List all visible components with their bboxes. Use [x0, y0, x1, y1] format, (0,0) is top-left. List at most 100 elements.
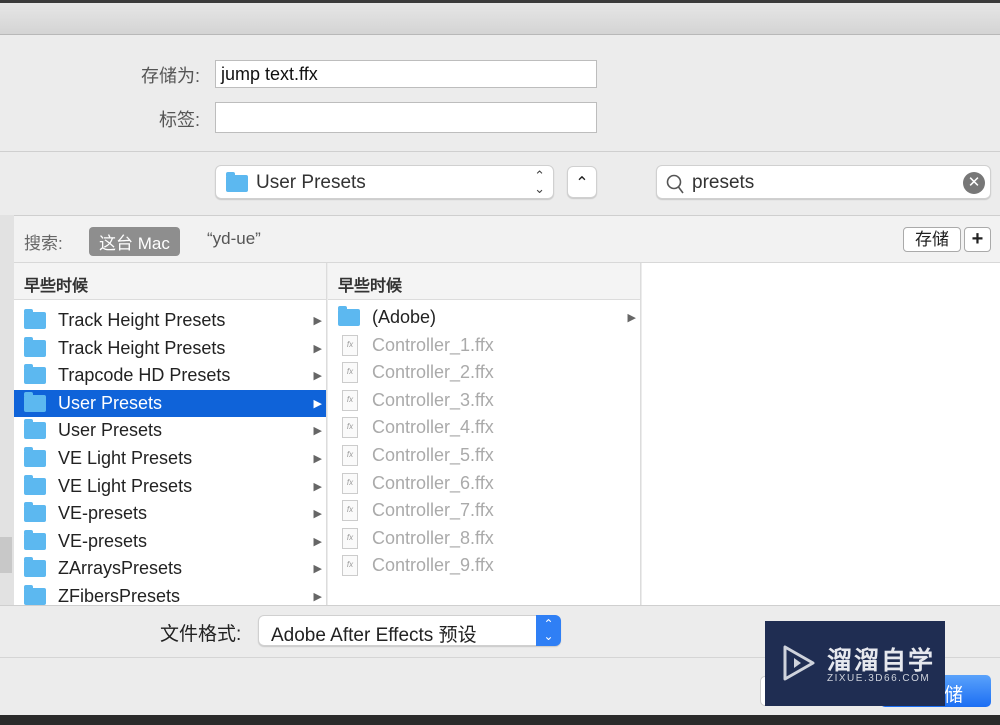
divider: [0, 605, 1000, 606]
file-row[interactable]: fx Controller_7.ffx: [328, 497, 640, 524]
file-row[interactable]: fx Controller_5.ffx: [328, 442, 640, 469]
scope-this-mac[interactable]: 这台 Mac: [89, 227, 180, 256]
item-name: Controller_3.ffx: [372, 389, 494, 410]
search-icon: [666, 174, 684, 194]
item-name: Controller_7.ffx: [372, 500, 494, 521]
location-label: User Presets: [256, 172, 366, 193]
folder-name: User Presets: [58, 392, 163, 413]
title-bar: [0, 3, 1000, 35]
file-row[interactable]: fx Controller_3.ffx: [328, 387, 640, 414]
file-row[interactable]: fx Controller_9.ffx: [328, 552, 640, 579]
folder-name: VE-presets: [58, 530, 148, 551]
tags-input[interactable]: [215, 102, 597, 133]
folder-icon: [24, 309, 46, 329]
disclosure-arrow-icon: ▶: [313, 453, 322, 465]
save-search-button[interactable]: 存储: [903, 227, 961, 252]
folder-row[interactable]: VE-presets ▶: [14, 500, 326, 527]
file-row[interactable]: fx Controller_2.ffx: [328, 359, 640, 386]
disclosure-arrow-icon: ▶: [313, 508, 322, 521]
sidebar-scrollbar[interactable]: [0, 537, 12, 573]
search-scope-bar: 搜索: 这台 Mac “yd-ue” 存储 +: [14, 215, 1000, 263]
folder-row[interactable]: Track Height Presets ▶: [14, 335, 326, 362]
ffx-file-icon: fx: [342, 362, 358, 384]
folder-icon: [24, 336, 46, 357]
save-as-input[interactable]: jump text.ffx: [215, 60, 597, 88]
disclosure-arrow-icon: ▶: [313, 370, 322, 383]
column-2-header: 早些时候: [328, 263, 640, 300]
search-scope-label: 搜索:: [24, 234, 63, 253]
clear-search-icon[interactable]: ✕: [963, 172, 985, 194]
file-row[interactable]: fx Controller_1.ffx: [328, 332, 640, 359]
column-1-header: 早些时候: [14, 263, 326, 300]
disclosure-arrow-icon: ▶: [313, 480, 322, 493]
chevron-up-icon: ⌃: [575, 175, 589, 192]
ffx-file-icon: fx: [342, 500, 358, 522]
disclosure-arrow-icon: ▶: [313, 397, 322, 410]
format-popup[interactable]: Adobe After Effects 预设 ⌃ ⌄: [258, 615, 561, 646]
ffx-file-icon: fx: [342, 472, 358, 494]
folder-row[interactable]: VE-presets ▶: [14, 528, 326, 555]
format-label: 文件格式:: [160, 624, 242, 645]
folder-row[interactable]: VE Light Presets ▶: [14, 473, 326, 500]
format-value: Adobe After Effects 预设: [271, 625, 477, 646]
folder-icon: [24, 502, 46, 523]
up-down-chevron-icon: ⌃ ⌄: [534, 168, 545, 196]
column-1: 早些时候 Track Height Presets ▶ Track Height P…: [14, 263, 327, 605]
ffx-file-icon: fx: [342, 555, 358, 577]
file-row[interactable]: fx Controller_8.ffx: [328, 525, 640, 552]
play-logo-icon: [783, 645, 815, 681]
item-name: Controller_6.ffx: [372, 472, 494, 493]
folder-row[interactable]: User Presets ▶: [14, 389, 326, 417]
disclosure-arrow-icon: ▶: [313, 315, 322, 327]
disclosure-arrow-icon: ▶: [313, 342, 322, 355]
folder-icon: [24, 391, 46, 412]
ffx-file-icon: fx: [342, 417, 358, 439]
folder-name: User Presets: [58, 420, 163, 441]
tags-label: 标签:: [158, 110, 200, 130]
search-input[interactable]: presets: [692, 172, 754, 194]
scope-folder[interactable]: “yd-ue”: [207, 229, 261, 249]
disclosure-arrow-icon: ▶: [627, 312, 636, 324]
folder-alias-icon: [338, 306, 360, 326]
watermark-url: ZIXUE.3D66.COM: [827, 673, 931, 684]
folder-name: ZArraysPresets: [58, 558, 183, 579]
collapse-button[interactable]: ⌃: [567, 166, 597, 198]
folder-row[interactable]: Track Height Presets ▶: [14, 307, 326, 334]
folder-row[interactable]: Trapcode HD Presets ▶: [14, 362, 326, 389]
folder-name: Track Height Presets: [58, 310, 226, 330]
folder-icon: [226, 172, 248, 192]
folder-row[interactable]: ZArraysPresets ▶: [14, 555, 326, 582]
folder-name: ZFibersPresets: [58, 586, 181, 605]
column-2: 早些时候 (Adobe) ▶ fx Controller_1.ffx fx Control…: [328, 263, 641, 605]
folder-row[interactable]: VE Light Presets ▶: [14, 445, 326, 472]
folder-row[interactable]: User Presets ▶: [14, 417, 326, 444]
search-field[interactable]: presets ✕: [656, 165, 991, 199]
folder-icon: [24, 529, 46, 550]
item-name: (Adobe): [372, 307, 437, 327]
folder-name: Track Height Presets: [58, 337, 226, 358]
up-down-chevron-icon: ⌃ ⌄: [536, 615, 561, 646]
item-name: Controller_9.ffx: [372, 555, 494, 576]
folder-name: VE Light Presets: [58, 448, 193, 468]
file-row[interactable]: fx Controller_6.ffx: [328, 470, 640, 497]
folder-row[interactable]: ZFibersPresets ▶: [14, 583, 326, 605]
ffx-file-icon: fx: [342, 389, 358, 411]
column-3-preview: [642, 263, 1000, 605]
disclosure-arrow-icon: ▶: [313, 563, 322, 576]
folder-row[interactable]: (Adobe) ▶: [328, 304, 640, 331]
item-name: Controller_8.ffx: [372, 527, 494, 548]
folder-icon: [24, 364, 46, 385]
disclosure-arrow-icon: ▶: [313, 535, 322, 548]
location-popup[interactable]: User Presets ⌃ ⌄: [215, 165, 554, 199]
item-name: Controller_1.ffx: [372, 334, 494, 355]
folder-icon: [24, 419, 46, 440]
file-row[interactable]: fx Controller_4.ffx: [328, 414, 640, 441]
folder-name: VE Light Presets: [58, 475, 193, 496]
ffx-file-icon: fx: [342, 334, 358, 356]
watermark: 溜溜自学 ZIXUE.3D66.COM: [765, 621, 945, 706]
divider: [0, 151, 1000, 152]
folder-icon: [24, 585, 46, 605]
add-criteria-button[interactable]: +: [964, 227, 991, 252]
disclosure-arrow-icon: ▶: [313, 425, 322, 438]
window-bottom-edge: [0, 715, 1000, 725]
